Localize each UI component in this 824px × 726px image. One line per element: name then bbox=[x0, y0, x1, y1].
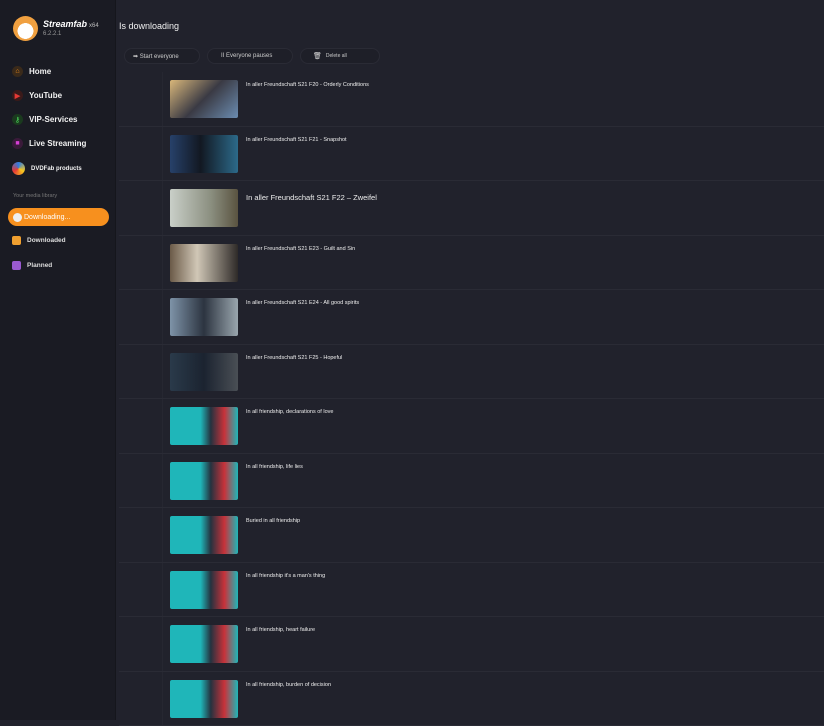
video-title: In aller Freundschaft S21 F21 - Snapshot bbox=[246, 137, 347, 143]
sidebar-item-label: DVDFab products bbox=[31, 166, 82, 172]
sidebar-item-downloading[interactable]: Downloading... bbox=[8, 208, 109, 226]
row-divider bbox=[162, 181, 163, 235]
trash-icon: 🗑 bbox=[313, 52, 322, 60]
key-icon: ⚷ bbox=[12, 114, 23, 125]
row-divider bbox=[162, 236, 163, 290]
sidebar: Streamfabx64 6.2.2.1 ⌂ Home ▶ YouTube ⚷ VIP… bbox=[0, 0, 116, 720]
sidebar-item-label: YouTube bbox=[29, 91, 62, 100]
download-item[interactable]: In all friendship, declarations of love bbox=[119, 399, 824, 454]
download-list: In aller Freundschaft S21 F20 - Orderly … bbox=[119, 72, 824, 726]
row-divider bbox=[162, 617, 163, 671]
sidebar-item-label: VIP-Services bbox=[29, 115, 77, 124]
row-divider bbox=[162, 72, 163, 126]
delete-all-button[interactable]: 🗑 Delete all bbox=[300, 48, 380, 64]
app-version: 6.2.2.1 bbox=[43, 31, 61, 37]
download-item[interactable]: In all friendship it's a man's thing bbox=[119, 563, 824, 618]
video-thumbnail bbox=[170, 407, 238, 445]
video-thumbnail bbox=[170, 516, 238, 554]
video-title: In aller Freundschaft S21 F20 - Orderly … bbox=[246, 82, 369, 88]
download-item[interactable]: In aller Freundschaft S21 F20 - Orderly … bbox=[119, 72, 824, 127]
download-item[interactable]: In aller Freundschaft S21 F22 – Zweifel bbox=[119, 181, 824, 236]
download-item[interactable]: In all friendship, burden of decision bbox=[119, 672, 824, 726]
video-thumbnail bbox=[170, 680, 238, 718]
youtube-icon: ▶ bbox=[12, 90, 23, 101]
row-divider bbox=[162, 290, 163, 344]
download-item[interactable]: In aller Freundschaft S21 F21 - Snapshot bbox=[119, 127, 824, 182]
row-divider bbox=[162, 672, 163, 726]
video-title: Buried in all friendship bbox=[246, 518, 300, 524]
sidebar-item-home[interactable]: ⌂ Home bbox=[12, 66, 51, 77]
library-label: Your media library bbox=[13, 193, 57, 199]
video-title: In all friendship, burden of decision bbox=[246, 682, 331, 688]
sidebar-item-planned[interactable]: Planned bbox=[12, 261, 52, 270]
video-thumbnail bbox=[170, 462, 238, 500]
row-divider bbox=[162, 563, 163, 617]
download-item[interactable]: Buried in all friendship bbox=[119, 508, 824, 563]
video-thumbnail bbox=[170, 625, 238, 663]
video-title: In all friendship, life lies bbox=[246, 464, 303, 470]
row-divider bbox=[162, 345, 163, 399]
sidebar-item-vip-services[interactable]: ⚷ VIP-Services bbox=[12, 114, 77, 125]
video-thumbnail bbox=[170, 244, 238, 282]
video-thumbnail bbox=[170, 135, 238, 173]
row-divider bbox=[162, 399, 163, 453]
row-divider bbox=[162, 508, 163, 562]
sidebar-item-downloaded[interactable]: Downloaded bbox=[12, 236, 66, 245]
delete-all-label: Delete all bbox=[326, 53, 347, 59]
dvdfab-icon bbox=[12, 162, 25, 175]
home-icon: ⌂ bbox=[12, 66, 23, 77]
download-item[interactable]: In all friendship, heart failure bbox=[119, 617, 824, 672]
download-item[interactable]: In aller Freundschaft S21 E24 - All good… bbox=[119, 290, 824, 345]
video-thumbnail bbox=[170, 571, 238, 609]
download-icon bbox=[13, 213, 22, 222]
sidebar-item-label: Downloaded bbox=[27, 237, 66, 244]
sidebar-item-label: Downloading... bbox=[24, 214, 70, 221]
app-name: Streamfabx64 bbox=[43, 19, 99, 29]
pause-all-button[interactable]: II Everyone pauses bbox=[207, 48, 293, 64]
page-title: Is downloading bbox=[119, 21, 179, 31]
video-title: In all friendship, heart failure bbox=[246, 627, 315, 633]
download-item[interactable]: In all friendship, life lies bbox=[119, 454, 824, 509]
video-title: In all friendship it's a man's thing bbox=[246, 573, 325, 579]
download-item[interactable]: In aller Freundschaft S21 F25 - Hopeful bbox=[119, 345, 824, 400]
sidebar-item-dvdfab-products[interactable]: DVDFab products bbox=[12, 162, 82, 175]
video-title: In aller Freundschaft S21 F22 – Zweifel bbox=[246, 193, 377, 202]
start-all-button[interactable]: ➡ Start everyone bbox=[124, 48, 200, 64]
download-item[interactable]: In aller Freundschaft S21 E23 - Guilt an… bbox=[119, 236, 824, 291]
folder-icon bbox=[12, 236, 21, 245]
camera-icon: ■ bbox=[12, 138, 23, 149]
sidebar-item-label: Planned bbox=[27, 262, 52, 269]
video-thumbnail bbox=[170, 189, 238, 227]
sidebar-item-youtube[interactable]: ▶ YouTube bbox=[12, 90, 62, 101]
video-title: In all friendship, declarations of love bbox=[246, 409, 333, 415]
sidebar-item-live-streaming[interactable]: ■ Live Streaming bbox=[12, 138, 86, 149]
row-divider bbox=[162, 454, 163, 508]
app-arch: x64 bbox=[89, 23, 99, 29]
video-thumbnail bbox=[170, 298, 238, 336]
video-title: In aller Freundschaft S21 E24 - All good… bbox=[246, 300, 359, 306]
sidebar-item-label: Home bbox=[29, 67, 51, 76]
app-name-text: Streamfab bbox=[43, 19, 87, 29]
sidebar-item-label: Live Streaming bbox=[29, 139, 86, 148]
streamfab-logo bbox=[13, 16, 38, 41]
video-thumbnail bbox=[170, 80, 238, 118]
row-divider bbox=[162, 127, 163, 181]
video-title: In aller Freundschaft S21 F25 - Hopeful bbox=[246, 355, 342, 361]
calendar-icon bbox=[12, 261, 21, 270]
video-thumbnail bbox=[170, 353, 238, 391]
video-title: In aller Freundschaft S21 E23 - Guilt an… bbox=[246, 246, 355, 252]
